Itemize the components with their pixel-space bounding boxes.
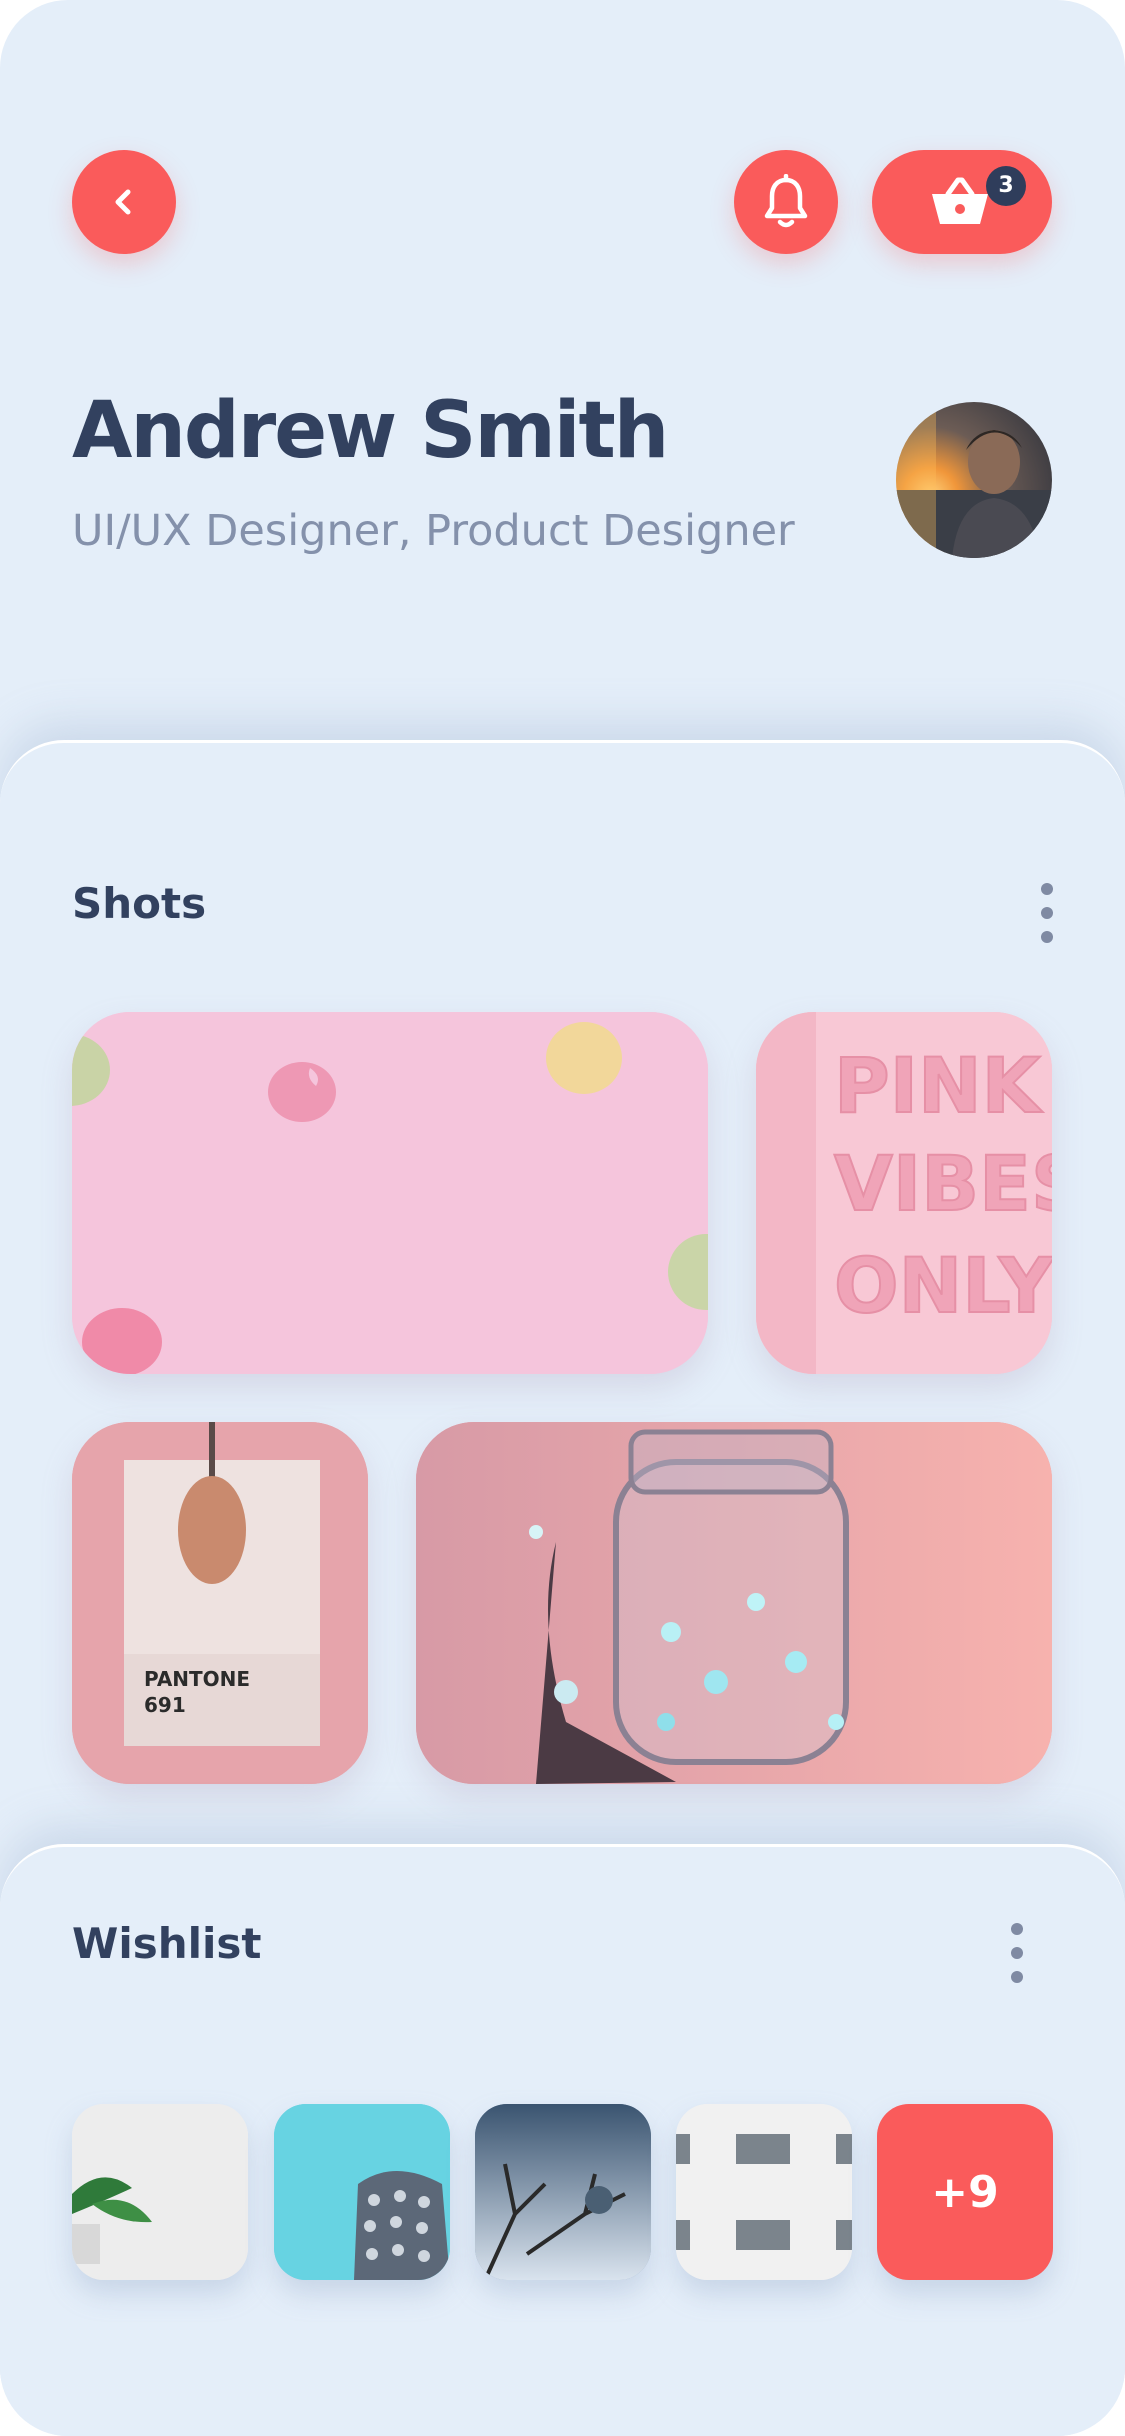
- avatar-photo: [896, 402, 1052, 558]
- pantone-image: PANTONE 691: [72, 1422, 368, 1784]
- pantone-code: 691: [144, 1693, 186, 1717]
- wishlist-item-building[interactable]: [676, 2104, 852, 2280]
- pink-vibes-line-3: ONLY: [834, 1241, 1052, 1330]
- app-screen: 3 Andrew Smith UI/UX Designer, Product D…: [0, 0, 1125, 2436]
- shot-card-pink-vibes[interactable]: PINK VIBES ONLY: [756, 1012, 1052, 1374]
- pink-vibes-line-1: PINK: [834, 1041, 1044, 1130]
- wishlist-more-icon[interactable]: [1007, 1923, 1027, 1983]
- wishlist-item-branch[interactable]: [475, 2104, 651, 2280]
- shot-card-light-jar[interactable]: [416, 1422, 1052, 1784]
- light-jar-image: [416, 1422, 1052, 1784]
- cart-button[interactable]: 3: [872, 150, 1052, 254]
- bell-icon: [764, 174, 808, 228]
- shots-more-icon[interactable]: [1037, 883, 1057, 943]
- notifications-button[interactable]: [734, 150, 838, 254]
- pink-vibes-line-2: VIBES: [834, 1139, 1052, 1228]
- wishlist-more-button[interactable]: +9: [877, 2104, 1053, 2280]
- wishlist-title: Wishlist: [72, 1919, 262, 1968]
- chevron-left-icon: [115, 189, 131, 215]
- cactus-image: [274, 2104, 450, 2280]
- building-image: [676, 2104, 852, 2280]
- wishlist-item-cactus[interactable]: [274, 2104, 450, 2280]
- shot-card-macarons[interactable]: [72, 1012, 708, 1374]
- shot-card-pantone[interactable]: PANTONE 691: [72, 1422, 368, 1784]
- macarons-image: [72, 1012, 708, 1374]
- plant-image: [72, 2104, 248, 2280]
- back-button[interactable]: [72, 150, 176, 254]
- avatar[interactable]: [896, 402, 1052, 558]
- profile-role: UI/UX Designer, Product Designer: [72, 506, 795, 556]
- basket-icon: [932, 177, 988, 224]
- shots-title: Shots: [72, 879, 207, 928]
- profile-name: Andrew Smith: [72, 386, 669, 476]
- wishlist-item-plant[interactable]: [72, 2104, 248, 2280]
- branch-image: [475, 2104, 651, 2280]
- cart-count-badge: 3: [986, 166, 1026, 206]
- pantone-brand: PANTONE: [144, 1667, 250, 1691]
- pink-vibes-image: PINK VIBES ONLY: [756, 1012, 1052, 1374]
